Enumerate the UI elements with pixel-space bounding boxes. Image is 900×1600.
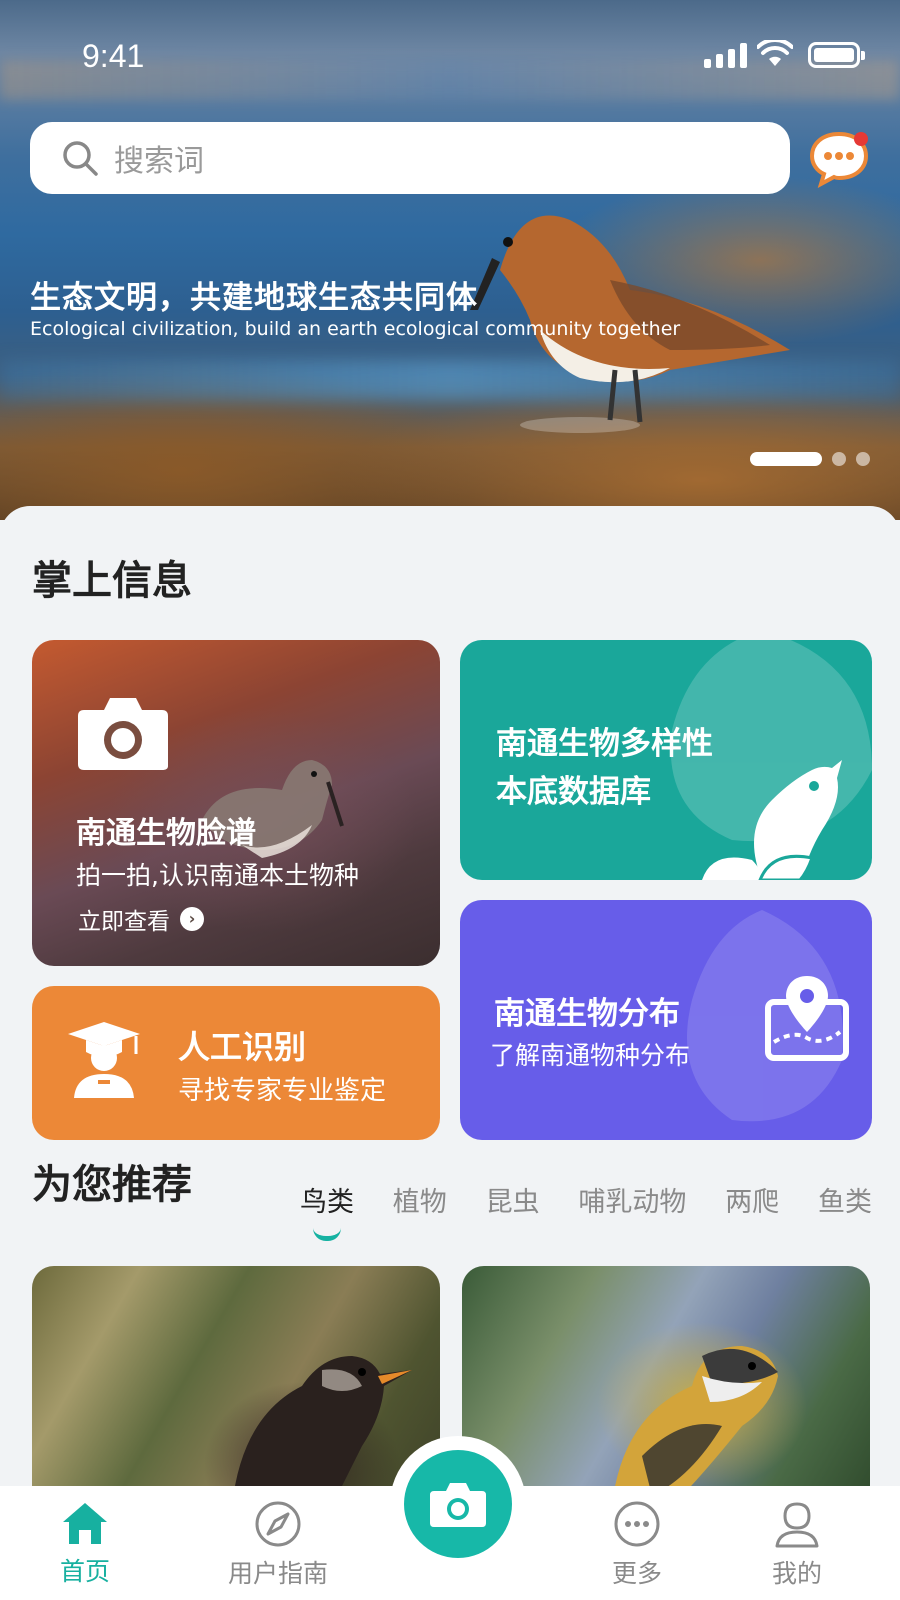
tab-fish[interactable]: 鱼类 xyxy=(818,1180,872,1219)
card-bio-face[interactable]: 南通生物脸谱 拍一拍,认识南通本土物种 立即查看 › xyxy=(32,640,440,966)
card-description: 了解南通物种分布 xyxy=(490,1041,691,1070)
wifi-icon xyxy=(757,40,793,66)
card-description: 拍一拍,认识南通本土物种 xyxy=(76,861,359,890)
message-button[interactable] xyxy=(808,128,870,189)
nav-home[interactable]: 首页 xyxy=(60,1500,110,1588)
card-species-distribution[interactable]: 南通生物分布 了解南通物种分布 xyxy=(460,900,872,1140)
home-icon xyxy=(63,1503,107,1544)
card-expert-identification[interactable]: 人工识别 寻找专家专业鉴定 xyxy=(32,986,440,1140)
camera-fab-ring xyxy=(390,1436,526,1572)
user-icon xyxy=(775,1502,819,1548)
more-dots-icon xyxy=(614,1501,660,1547)
nav-label: 首页 xyxy=(60,1557,111,1586)
hero-banner[interactable]: 9:41 搜索词 生态文明，共建地球生态共同体 Ecological civil… xyxy=(0,0,900,520)
map-pin-icon xyxy=(765,976,849,1061)
view-now-link[interactable]: 立即查看 › xyxy=(78,902,204,936)
section-title-recommend: 为您推荐 xyxy=(32,1162,192,1208)
search-input[interactable]: 搜索词 xyxy=(114,136,204,180)
card-title: 南通生物多样性 本底数据库 xyxy=(496,720,713,816)
chevron-right-icon: › xyxy=(180,907,204,931)
recommend-item-photo[interactable] xyxy=(462,1266,870,1506)
pager-dot-active[interactable] xyxy=(750,452,822,466)
pager-dot[interactable] xyxy=(832,452,846,466)
nav-label: 用户指南 xyxy=(228,1559,329,1588)
tab-insects[interactable]: 昆虫 xyxy=(486,1180,540,1219)
cellular-signal-icon xyxy=(704,42,747,68)
card-title-line2: 本底数据库 xyxy=(496,774,651,810)
hero-pager[interactable] xyxy=(750,452,870,466)
tab-amphibians-reptiles[interactable]: 两爬 xyxy=(725,1180,779,1219)
nav-more[interactable]: 更多 xyxy=(612,1500,662,1590)
hero-title: 生态文明，共建地球生态共同体 xyxy=(30,280,478,316)
nav-label: 我的 xyxy=(772,1559,823,1588)
status-time: 9:41 xyxy=(82,38,145,74)
nav-profile[interactable]: 我的 xyxy=(772,1500,822,1590)
status-bar: 9:41 xyxy=(0,0,900,110)
notification-dot xyxy=(854,132,868,146)
section-title-info: 掌上信息 xyxy=(32,558,192,604)
search-bar[interactable]: 搜索词 xyxy=(30,122,790,194)
bird-photo-silhouette xyxy=(232,1356,412,1506)
nav-label: 更多 xyxy=(612,1559,663,1588)
hero-subtitle: Ecological civilization, build an earth … xyxy=(30,318,681,340)
graduate-icon xyxy=(68,1022,140,1098)
card-title: 人工识别 xyxy=(178,1028,307,1066)
pager-dot[interactable] xyxy=(856,452,870,466)
link-label: 立即查看 xyxy=(78,909,170,935)
card-title-line1: 南通生物多样性 xyxy=(496,726,713,762)
recommend-item-photo[interactable] xyxy=(32,1266,440,1506)
bird-photo-silhouette xyxy=(612,1346,778,1506)
tab-mammals[interactable]: 哺乳动物 xyxy=(578,1180,686,1219)
battery-icon xyxy=(808,42,865,68)
card-title: 南通生物分布 xyxy=(494,996,680,1032)
tab-birds[interactable]: 鸟类 xyxy=(300,1180,354,1219)
card-biodiversity-database[interactable]: 南通生物多样性 本底数据库 xyxy=(460,640,872,880)
compass-icon xyxy=(255,1501,301,1547)
card-description: 寻找专家专业鉴定 xyxy=(178,1076,387,1106)
search-icon xyxy=(63,141,98,176)
tab-plants[interactable]: 植物 xyxy=(393,1180,447,1219)
bird-sprout-icon xyxy=(702,760,842,880)
nav-user-guide[interactable]: 用户指南 xyxy=(228,1500,328,1590)
card-title: 南通生物脸谱 xyxy=(76,816,256,851)
category-tabs: 鸟类 植物 昆虫 哺乳动物 两爬 鱼类 xyxy=(300,1180,872,1219)
camera-icon xyxy=(430,1483,486,1527)
camera-button[interactable] xyxy=(404,1450,512,1558)
camera-icon xyxy=(78,698,168,770)
